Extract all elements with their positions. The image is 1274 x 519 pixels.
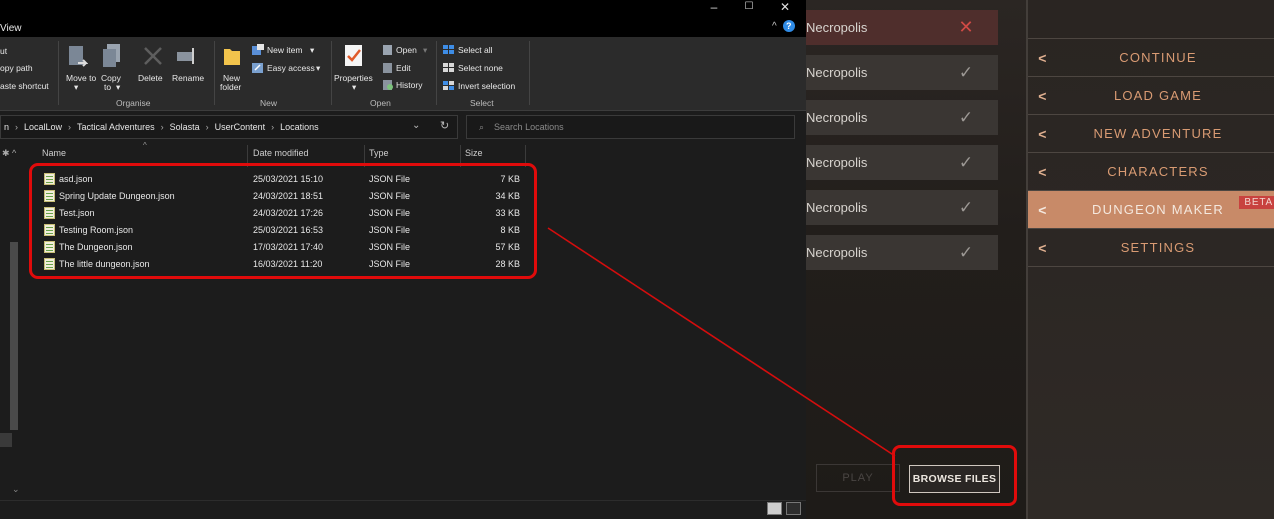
annotation-arrow [547, 227, 896, 457]
screen: Necropolis ✕ Necropolis ✓ Necropolis ✓ N… [0, 0, 1274, 519]
